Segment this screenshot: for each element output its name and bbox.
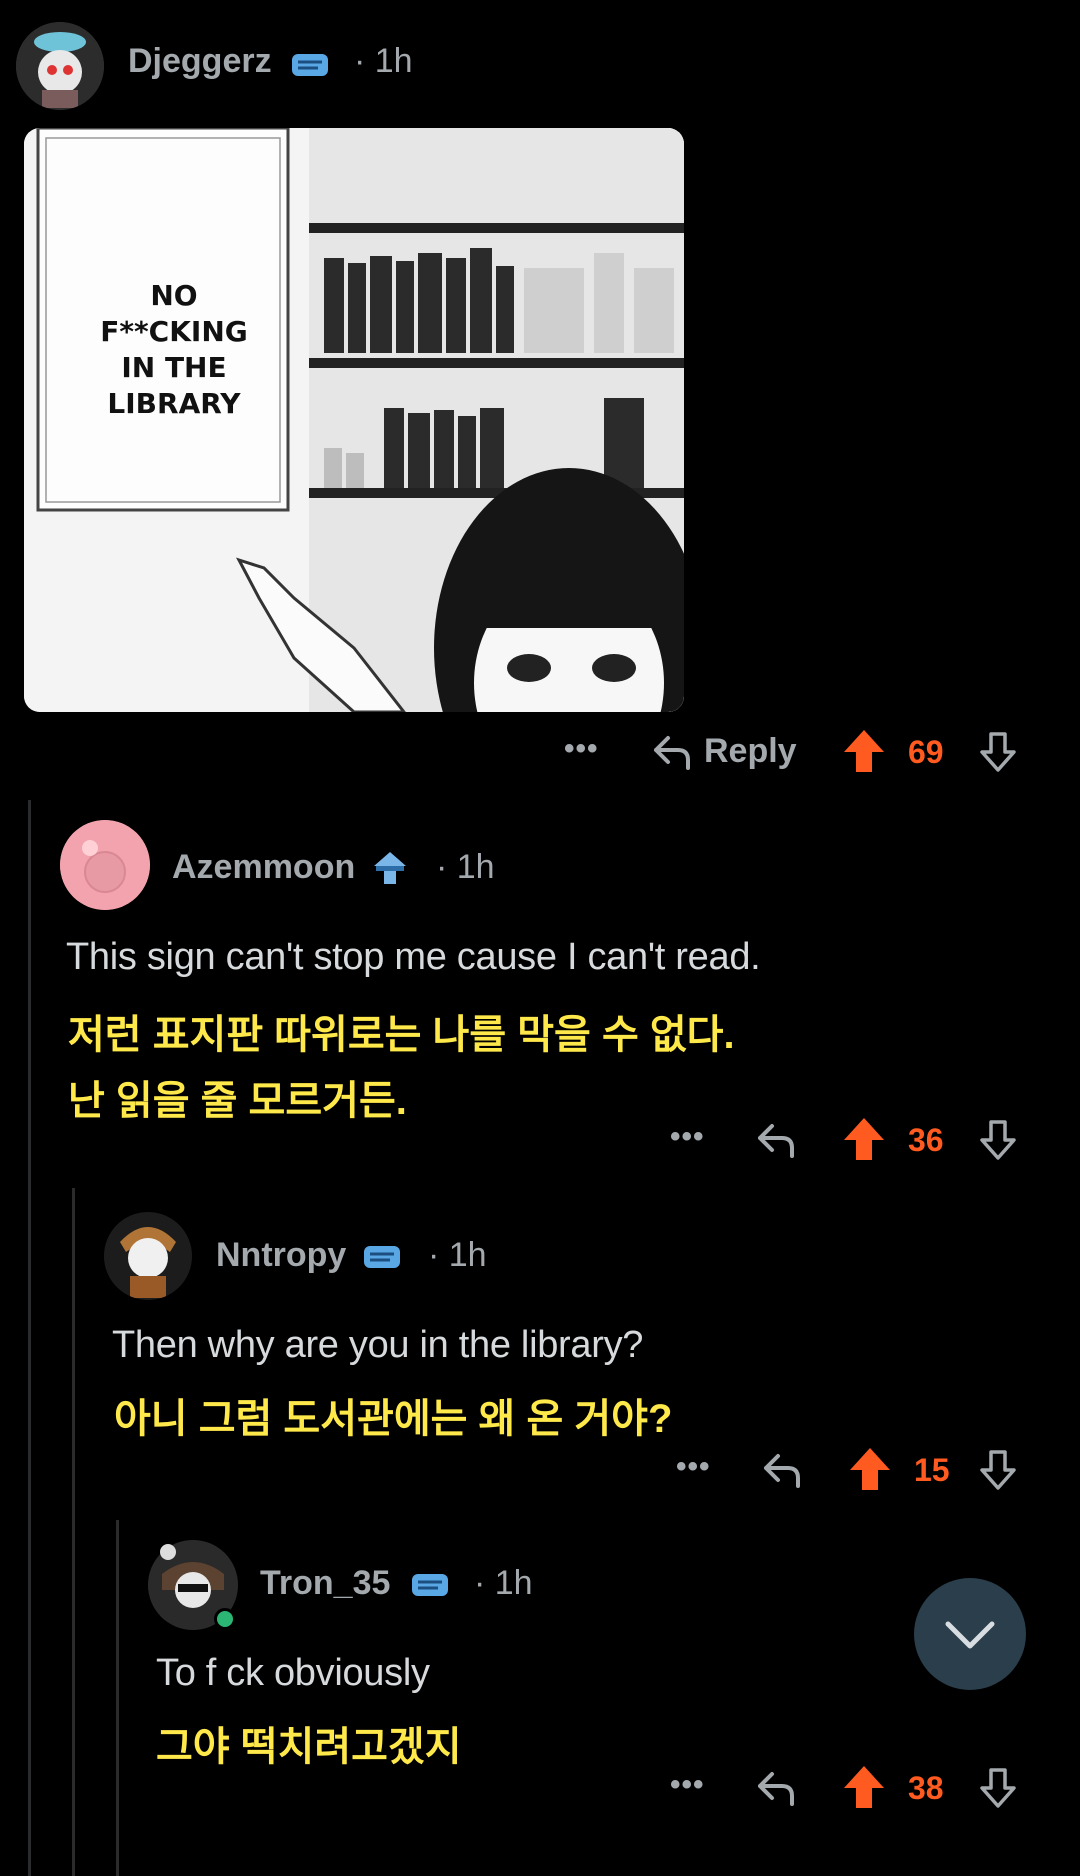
more-options-button[interactable]: ••• <box>670 1768 705 1802</box>
downvote-arrow-icon[interactable] <box>978 1766 1018 1815</box>
timestamp: · 1h <box>474 1564 533 1602</box>
thread-line[interactable] <box>116 1520 119 1876</box>
avatar[interactable] <box>148 1540 238 1630</box>
comment-body: To f ck obviously <box>156 1652 430 1694</box>
scroll-to-next-button[interactable] <box>914 1578 1026 1690</box>
upvote-arrow-icon[interactable] <box>842 728 886 779</box>
snoo-avatar-icon <box>16 22 104 110</box>
vote-score: 36 <box>908 1122 944 1158</box>
avatar[interactable] <box>16 22 104 110</box>
sign-text: NO F**CKING IN THE LIBRARY <box>79 278 269 422</box>
comment-image[interactable]: NO F**CKING IN THE LIBRARY <box>24 128 684 712</box>
avatar[interactable] <box>60 820 150 910</box>
sign-line: F**CKING <box>100 315 248 348</box>
more-options-button[interactable]: ••• <box>676 1450 711 1484</box>
translation-caption: 그야 떡치려고겠지 <box>156 1725 462 1769</box>
snoo-avatar-icon <box>104 1212 192 1300</box>
translation-caption: 저런 표지판 따위로는 나를 막을 수 없다. <box>68 1013 735 1057</box>
comment-body: This sign can't stop me cause I can't re… <box>66 936 761 978</box>
username[interactable]: Nntropy <box>216 1236 346 1275</box>
comment-body: Then why are you in the library? <box>112 1324 644 1366</box>
downvote-arrow-icon[interactable] <box>978 1118 1018 1167</box>
flair-badge-icon <box>370 848 410 884</box>
translation-caption: 난 읽을 줄 모르거든. <box>68 1079 407 1123</box>
downvote-arrow-icon[interactable] <box>978 730 1018 779</box>
translation-caption: 아니 그럼 도서관에는 왜 온 거야? <box>114 1397 673 1441</box>
reply-button[interactable]: Reply <box>704 732 797 771</box>
timestamp: · 1h <box>436 848 495 886</box>
timestamp: · 1h <box>428 1236 487 1274</box>
username[interactable]: Azemmoon <box>172 848 355 887</box>
sign-line: NO <box>150 279 198 312</box>
flair-badge-icon <box>410 1570 450 1600</box>
vote-score: 69 <box>908 734 944 770</box>
vote-score: 15 <box>914 1452 950 1488</box>
snoo-avatar-icon <box>60 820 150 910</box>
avatar[interactable] <box>104 1212 192 1300</box>
timestamp: · 1h <box>354 42 413 80</box>
reply-arrow-icon[interactable] <box>754 1118 798 1167</box>
downvote-arrow-icon[interactable] <box>978 1448 1018 1497</box>
reply-arrow-icon[interactable] <box>754 1766 798 1815</box>
upvote-arrow-icon[interactable] <box>842 1764 886 1815</box>
online-status-indicator <box>214 1608 236 1630</box>
flair-badge-icon <box>362 1242 402 1272</box>
thread-line[interactable] <box>28 800 31 1876</box>
sign-line: IN THE <box>121 351 227 384</box>
reply-arrow-icon[interactable] <box>650 730 694 779</box>
upvote-arrow-icon[interactable] <box>848 1446 892 1497</box>
sign-line: LIBRARY <box>107 387 241 420</box>
thread-line[interactable] <box>72 1188 75 1876</box>
username[interactable]: Tron_35 <box>260 1564 390 1603</box>
flair-badge-icon <box>290 50 330 80</box>
more-options-button[interactable]: ••• <box>564 732 599 766</box>
username[interactable]: Djeggerz <box>128 42 272 81</box>
chevron-down-icon <box>945 1621 995 1649</box>
more-options-button[interactable]: ••• <box>670 1120 705 1154</box>
upvote-arrow-icon[interactable] <box>842 1116 886 1167</box>
reply-arrow-icon[interactable] <box>760 1448 804 1497</box>
vote-score: 38 <box>908 1770 944 1806</box>
